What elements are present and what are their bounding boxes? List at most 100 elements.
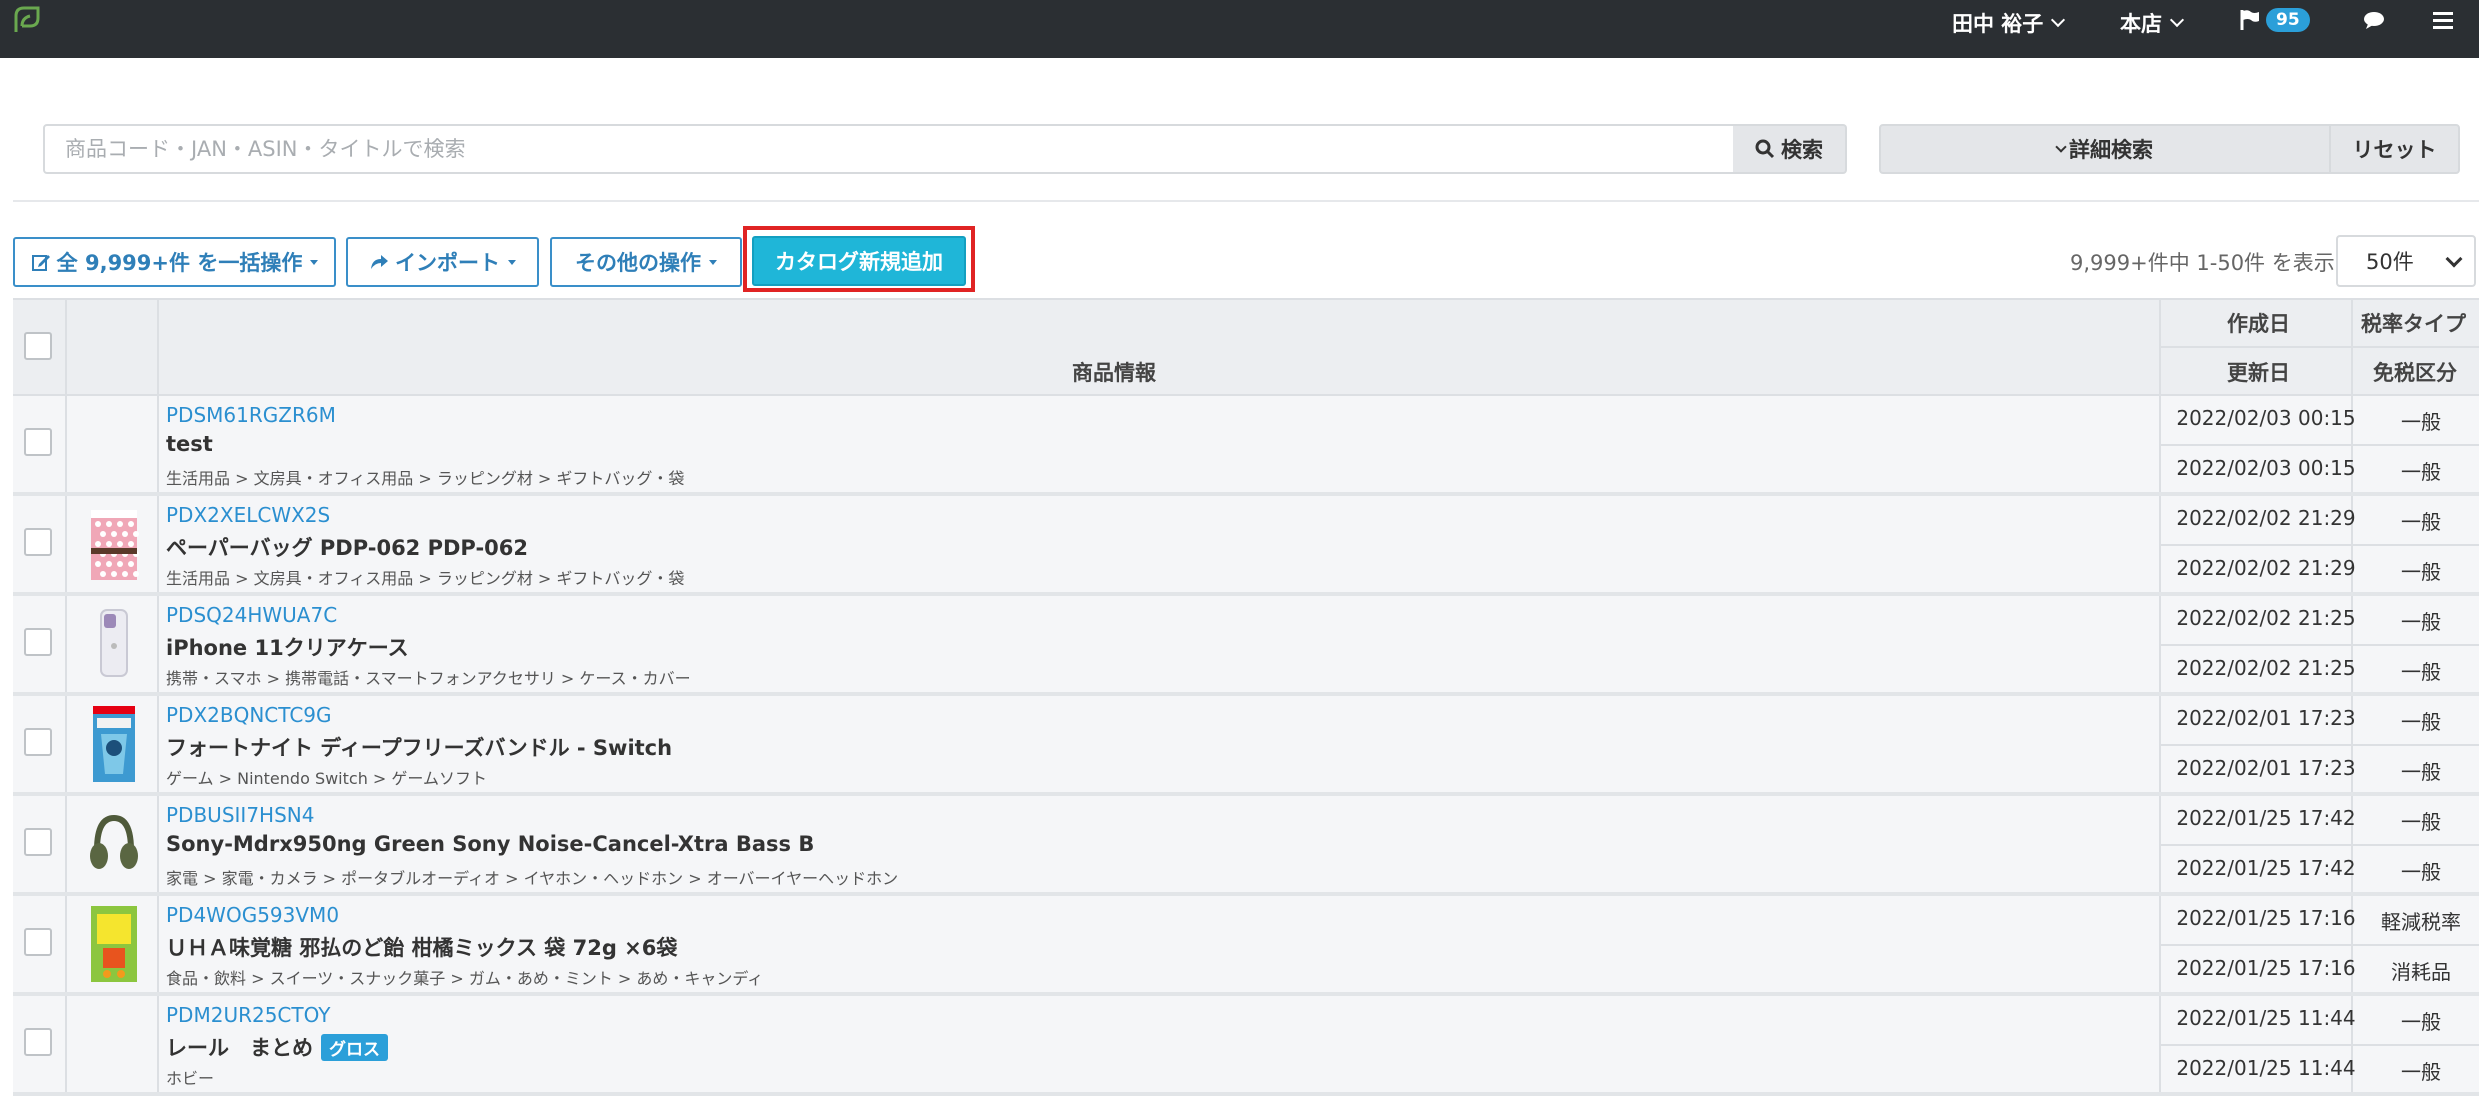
row-checkbox[interactable] <box>24 628 52 656</box>
divider <box>2159 644 2479 646</box>
divider <box>157 996 159 1092</box>
created-date: 2022/02/01 17:23 <box>2176 706 2356 730</box>
product-thumbnail[interactable] <box>83 904 145 984</box>
store-menu[interactable]: 本店 <box>2120 8 2185 38</box>
detail-search-label: 詳細検索 <box>2069 138 2153 162</box>
column-header-updated[interactable]: 更新日 <box>2227 357 2290 387</box>
tax-category: 消耗品 <box>2391 960 2451 984</box>
product-code-link[interactable]: PD4WOG593VM0 <box>166 903 339 927</box>
status-badge: グロス <box>321 1033 388 1061</box>
search-input[interactable] <box>43 124 1735 174</box>
user-menu[interactable]: 田中 裕子 <box>1952 8 2066 38</box>
chevron-down-icon <box>2445 250 2463 268</box>
created-date: 2022/01/25 11:44 <box>2176 1006 2356 1030</box>
top-navbar: 田中 裕子 本店 95 <box>0 0 2479 58</box>
updated-date: 2022/02/01 17:23 <box>2176 756 2356 780</box>
hamburger-menu-button[interactable] <box>2432 10 2454 30</box>
product-category: 家電 > 家電・カメラ > ポータブルオーディオ > イヤホン・ヘッドホン > … <box>166 869 899 888</box>
tax-rate-type: 一般 <box>2401 810 2441 834</box>
created-date: 2022/02/02 21:25 <box>2176 606 2356 630</box>
product-code-link[interactable]: PDX2XELCWX2S <box>166 503 330 527</box>
other-actions-button[interactable]: その他の操作 <box>550 237 742 287</box>
search-button[interactable]: 検索 <box>1733 124 1847 174</box>
import-button[interactable]: インポート <box>346 237 539 287</box>
product-code-link[interactable]: PDSQ24HWUA7C <box>166 603 337 627</box>
notifications-button[interactable]: 95 <box>2240 8 2310 32</box>
divider <box>2159 444 2479 446</box>
product-title-text: ペーパーバッグ PDP-062 PDP-062 <box>166 536 528 560</box>
row-checkbox[interactable] <box>24 1028 52 1056</box>
product-code-link[interactable]: PDSM61RGZR6M <box>166 403 336 427</box>
row-checkbox[interactable] <box>24 928 52 956</box>
updated-date: 2022/01/25 17:42 <box>2176 856 2356 880</box>
import-label: インポート <box>395 251 500 275</box>
notification-count-badge: 95 <box>2266 8 2310 32</box>
product-thumbnail[interactable] <box>83 604 145 684</box>
created-date: 2022/01/25 17:42 <box>2176 806 2356 830</box>
search-icon <box>1755 139 1775 159</box>
search-button-label: 検索 <box>1781 138 1823 162</box>
product-title: レール まとめ グロス <box>166 1032 388 1062</box>
table-row[interactable]: PDX2BQNCTC9G フォートナイト ディープフリーズバンドル - Switc… <box>13 696 2479 796</box>
edit-icon <box>31 255 50 271</box>
product-title-text: Sony-Mdrx950ng Green Sony Noise-Cancel-X… <box>166 832 815 856</box>
product-thumbnail[interactable] <box>83 804 145 884</box>
tax-category: 一般 <box>2401 760 2441 784</box>
tax-rate-type: 一般 <box>2401 510 2441 534</box>
divider <box>65 696 67 792</box>
created-date: 2022/02/02 21:29 <box>2176 506 2356 530</box>
add-catalog-label: カタログ新規追加 <box>775 250 943 274</box>
product-thumbnail[interactable] <box>83 704 145 784</box>
row-checkbox[interactable] <box>24 528 52 556</box>
updated-date: 2022/01/25 11:44 <box>2176 1056 2356 1080</box>
row-checkbox[interactable] <box>24 728 52 756</box>
product-code-link[interactable]: PDX2BQNCTC9G <box>166 703 332 727</box>
row-checkbox[interactable] <box>24 828 52 856</box>
product-category: 携帯・スマホ > 携帯電話・スマートフォンアクセサリ > ケース・カバー <box>166 669 691 688</box>
per-page-value: 50件 <box>2366 250 2414 274</box>
column-header-tax-rate-type: 税率タイプ <box>2361 312 2466 336</box>
divider <box>2159 544 2479 546</box>
per-page-select[interactable]: 50件 <box>2336 235 2476 287</box>
product-title-text: iPhone 11クリアケース <box>166 636 409 660</box>
product-category: ホビー <box>166 1069 215 1088</box>
product-title-text: ＵＨＡ味覚糖 邪払のど飴 柑橘ミックス 袋 72g ×6袋 <box>166 936 678 960</box>
bulk-action-button[interactable]: 全 9,999+件 を一括操作 <box>13 237 336 287</box>
table-row[interactable]: PDSQ24HWUA7C iPhone 11クリアケース携帯・スマホ > 携帯電話… <box>13 596 2479 696</box>
divider <box>157 696 159 792</box>
detail-search-button[interactable]: 詳細検索 <box>1879 124 2331 174</box>
product-title-text: レール まとめ <box>166 1036 313 1060</box>
table-row[interactable]: PD4WOG593VM0 ＵＨＡ味覚糖 邪払のど飴 柑橘ミックス 袋 72g ×6… <box>13 896 2479 996</box>
divider <box>65 796 67 892</box>
tax-category: 一般 <box>2401 560 2441 584</box>
search-panel: 検索 詳細検索 リセット <box>13 102 2479 202</box>
table-row[interactable]: PDSM61RGZR6M test 生活用品 > 文房具・オフィス用品 > ラッピン… <box>13 396 2479 496</box>
table-row[interactable]: PDM2UR25CTOY レール まとめ グロスホビー 2022/01/25 11:4… <box>13 996 2479 1096</box>
divider <box>157 496 159 592</box>
select-all-checkbox[interactable] <box>24 332 52 360</box>
tax-rate-type: 一般 <box>2401 710 2441 734</box>
column-header-created[interactable]: 作成日 <box>2227 308 2290 338</box>
product-code-link[interactable]: PDBUSII7HSN4 <box>166 803 314 827</box>
chevron-down-icon <box>2055 141 2067 153</box>
product-title: ＵＨＡ味覚糖 邪払のど飴 柑橘ミックス 袋 72g ×6袋 <box>166 932 677 962</box>
row-checkbox[interactable] <box>24 428 52 456</box>
divider <box>65 896 67 992</box>
app-logo[interactable] <box>10 4 44 38</box>
product-category: ゲーム > Nintendo Switch > ゲームソフト <box>166 769 487 788</box>
add-catalog-button[interactable]: カタログ新規追加 <box>752 236 966 286</box>
divider <box>2159 346 2479 348</box>
product-code-link[interactable]: PDM2UR25CTOY <box>166 1003 330 1027</box>
bulk-action-label: 全 9,999+件 を一括操作 <box>56 251 303 275</box>
product-title-text: test <box>166 432 213 456</box>
messages-button[interactable] <box>2363 10 2385 30</box>
tax-rate-type: 一般 <box>2401 1010 2441 1034</box>
caret-down-icon <box>709 259 717 265</box>
reset-button[interactable]: リセット <box>2329 124 2460 174</box>
table-row[interactable]: PDBUSII7HSN4 Sony-Mdrx950ng Green Sony No… <box>13 796 2479 896</box>
table-row[interactable]: PDX2XELCWX2S ペーパーバッグ PDP-062 PDP-062 生活用品 … <box>13 496 2479 596</box>
divider <box>2159 1044 2479 1046</box>
product-thumbnail[interactable] <box>83 504 145 584</box>
tax-category: 一般 <box>2401 1060 2441 1084</box>
product-category: 生活用品 > 文房具・オフィス用品 > ラッピング材 > ギフトバッグ・袋 <box>166 569 685 588</box>
